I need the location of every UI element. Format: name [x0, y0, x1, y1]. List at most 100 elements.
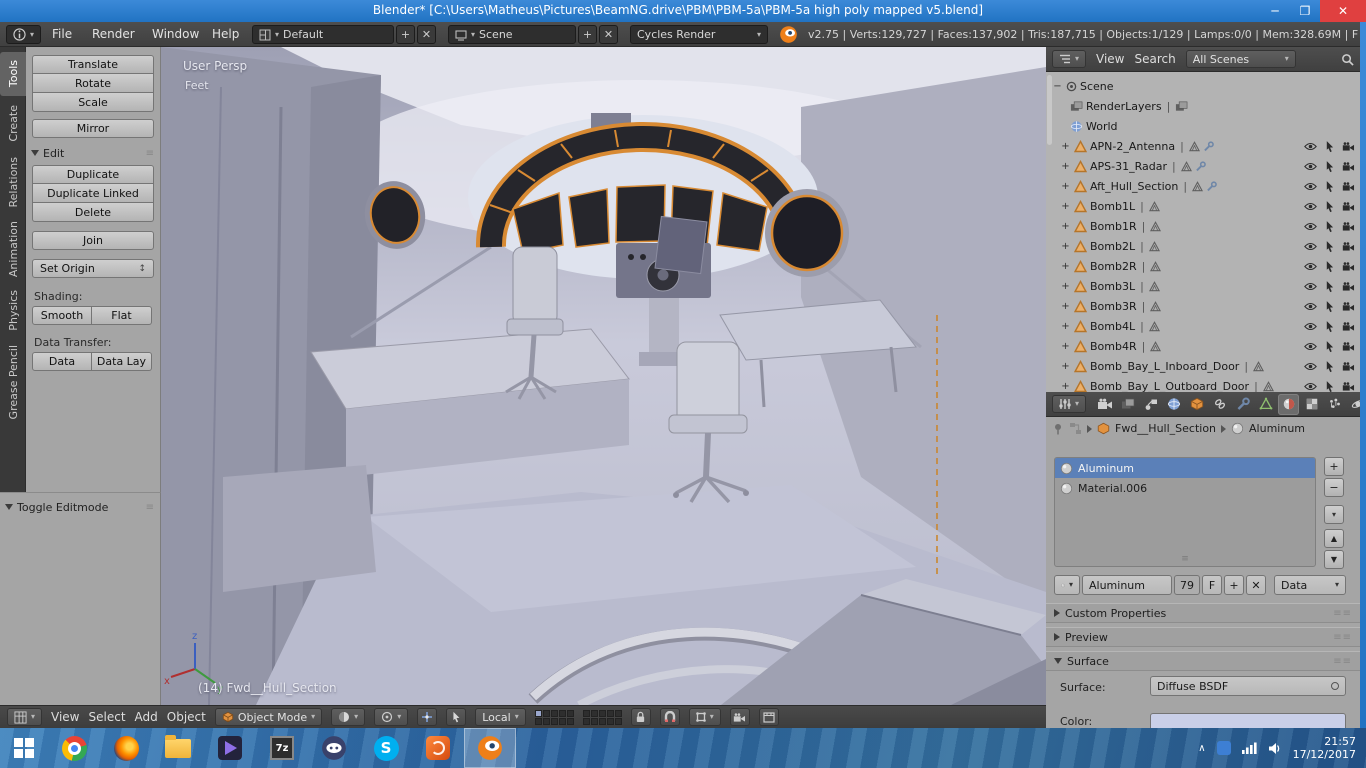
render-camera-icon[interactable]	[1342, 300, 1355, 313]
visibility-eye-icon[interactable]	[1304, 180, 1317, 193]
taskbar-discord-button[interactable]	[308, 728, 360, 768]
render-camera-icon[interactable]	[1342, 260, 1355, 273]
start-button[interactable]	[0, 728, 48, 768]
visibility-eye-icon[interactable]	[1304, 280, 1317, 293]
delete-button[interactable]: Delete	[32, 203, 154, 222]
custom-properties-panel-header[interactable]: Custom Properties ≡≡	[1046, 603, 1360, 623]
taskbar-clock[interactable]: 21:57 17/12/2017	[1293, 735, 1356, 761]
opengl-render-anim-button[interactable]	[759, 708, 779, 726]
pivot-dropdown[interactable]: ▾	[374, 708, 408, 726]
layers-widget-right[interactable]	[583, 710, 622, 725]
render-camera-icon[interactable]	[1342, 200, 1355, 213]
tab-modifiers[interactable]	[1232, 394, 1253, 415]
render-camera-icon[interactable]	[1342, 280, 1355, 293]
render-camera-icon[interactable]	[1342, 380, 1355, 393]
collapse-icon[interactable]: −	[1052, 81, 1063, 92]
taskbar-firefox-button[interactable]	[100, 728, 152, 768]
select-menu[interactable]: Select	[89, 710, 126, 724]
visibility-eye-icon[interactable]	[1304, 240, 1317, 253]
redo-panel-header[interactable]: Toggle Editmode ≡	[5, 499, 155, 515]
restore-button[interactable]: ❐	[1290, 0, 1320, 22]
snap-toggle[interactable]	[660, 708, 680, 726]
pin-icon[interactable]	[1052, 423, 1064, 435]
render-camera-icon[interactable]	[1342, 180, 1355, 193]
visibility-eye-icon[interactable]	[1304, 220, 1317, 233]
viewport-canvas[interactable]: x z y	[161, 47, 1046, 705]
taskbar-explorer-button[interactable]	[152, 728, 204, 768]
expand-icon[interactable]: +	[1060, 241, 1071, 252]
duplicate-button[interactable]: Duplicate	[32, 165, 154, 184]
visibility-eye-icon[interactable]	[1304, 260, 1317, 273]
join-button[interactable]: Join	[32, 231, 154, 250]
render-engine-selector[interactable]: Cycles Render ▾	[630, 25, 768, 44]
selectability-cursor-icon[interactable]	[1325, 260, 1334, 273]
outliner-row-object[interactable]: + Bomb_Bay_L_Outboard_Door |	[1046, 376, 1360, 392]
data-mode-dropdown[interactable]: Data▾	[1274, 575, 1346, 595]
outliner-row-world[interactable]: World	[1046, 116, 1360, 136]
tab-object[interactable]	[1186, 394, 1207, 415]
editor-type-button[interactable]: ▾	[7, 708, 42, 726]
expand-icon[interactable]: +	[1060, 361, 1071, 372]
manipulator-toggle[interactable]	[417, 708, 437, 726]
t ab-relations[interactable]: Relations	[0, 150, 26, 214]
snap-element-dropdown[interactable]: ▾	[689, 708, 721, 726]
add-menu[interactable]: Add	[135, 710, 158, 724]
material-slot-selected[interactable]: Aluminum	[1055, 458, 1315, 478]
outliner-row-object[interactable]: + Bomb2L |	[1046, 236, 1360, 256]
opengl-render-button[interactable]	[730, 708, 750, 726]
outliner-row-object[interactable]: + Bomb1R |	[1046, 216, 1360, 236]
tab-world[interactable]	[1163, 394, 1184, 415]
search-icon[interactable]	[1341, 53, 1354, 66]
selectability-cursor-icon[interactable]	[1325, 160, 1334, 173]
outliner-row-object[interactable]: + Bomb4R |	[1046, 336, 1360, 356]
expand-icon[interactable]: +	[1060, 301, 1071, 312]
selectability-cursor-icon[interactable]	[1325, 200, 1334, 213]
visibility-eye-icon[interactable]	[1304, 340, 1317, 353]
selectability-cursor-icon[interactable]	[1325, 340, 1334, 353]
remove-material-slot-button[interactable]: −	[1324, 478, 1344, 497]
properties-editor-type-button[interactable]: ▾	[1052, 395, 1086, 413]
move-slot-up-button[interactable]: ▲	[1324, 529, 1344, 548]
outliner-view-menu[interactable]: View	[1096, 52, 1124, 66]
color-swatch[interactable]	[1150, 713, 1346, 728]
layers-widget-left[interactable]	[535, 710, 574, 725]
outliner-search-menu[interactable]: Search	[1135, 52, 1176, 66]
list-resize-grip[interactable]: ≡	[1055, 554, 1315, 564]
tab-scene[interactable]	[1140, 394, 1161, 415]
outliner-editor-type-button[interactable]: ▾	[1052, 50, 1086, 68]
tab-texture[interactable]	[1301, 394, 1322, 415]
surface-panel-header[interactable]: Surface ≡≡	[1046, 651, 1360, 671]
taskbar-orange-app-button[interactable]	[412, 728, 464, 768]
lock-toggle[interactable]	[631, 708, 651, 726]
menu-file[interactable]: File	[52, 27, 72, 41]
visibility-eye-icon[interactable]	[1304, 140, 1317, 153]
tab-particles[interactable]	[1324, 394, 1345, 415]
selectability-cursor-icon[interactable]	[1325, 300, 1334, 313]
duplicate-linked-button[interactable]: Duplicate Linked	[32, 184, 154, 203]
new-material-button[interactable]: +	[1224, 575, 1244, 595]
outliner-row-object[interactable]: + Bomb3L |	[1046, 276, 1360, 296]
smooth-button[interactable]: Smooth	[32, 306, 92, 325]
blender-info-menu-button[interactable]: ▾	[6, 25, 41, 44]
selectability-cursor-icon[interactable]	[1325, 140, 1334, 153]
tab-render-layers[interactable]	[1117, 394, 1138, 415]
tab-physics[interactable]	[1347, 394, 1360, 415]
screen-layout-selector[interactable]: ▾ Default	[252, 25, 394, 44]
outliner-row-object[interactable]: + Bomb4L |	[1046, 316, 1360, 336]
render-camera-icon[interactable]	[1342, 360, 1355, 373]
selectability-cursor-icon[interactable]	[1325, 220, 1334, 233]
expand-icon[interactable]: +	[1060, 221, 1071, 232]
add-material-slot-button[interactable]: +	[1324, 457, 1344, 476]
render-camera-icon[interactable]	[1342, 220, 1355, 233]
expand-icon[interactable]: +	[1060, 181, 1071, 192]
expand-icon[interactable]: +	[1060, 321, 1071, 332]
mirror-button[interactable]: Mirror	[32, 119, 154, 138]
selectability-cursor-icon[interactable]	[1325, 240, 1334, 253]
manipulator-pointer-toggle[interactable]	[446, 708, 466, 726]
material-users-button[interactable]: 79	[1174, 575, 1200, 595]
expand-icon[interactable]: +	[1060, 381, 1071, 392]
nodes-icon[interactable]	[1069, 422, 1082, 435]
expand-icon[interactable]: +	[1060, 161, 1071, 172]
taskbar-blender-button[interactable]	[464, 728, 516, 768]
taskbar-skype-button[interactable]: S	[360, 728, 412, 768]
